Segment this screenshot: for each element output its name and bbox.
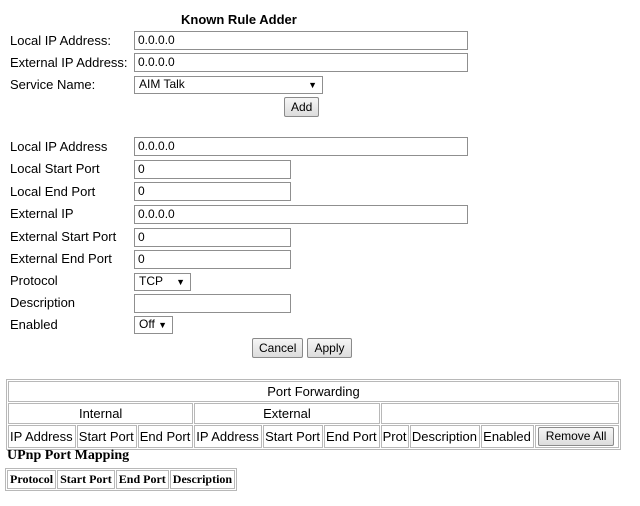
enabled-label: Enabled xyxy=(10,317,58,332)
local-start-port-input[interactable]: 0 xyxy=(134,160,291,179)
port-forwarding-title: Port Forwarding xyxy=(8,381,619,402)
upnp-col-description: Description xyxy=(169,470,236,489)
local-end-port-input[interactable]: 0 xyxy=(134,182,291,201)
col-internal-ip: IP Address xyxy=(8,425,76,448)
service-name-value: AIM Talk xyxy=(139,77,185,91)
col-protocol: Prot xyxy=(380,425,409,448)
col-external-end-port: End Port xyxy=(324,425,380,448)
description-label: Description xyxy=(10,295,76,310)
local-start-port-label: Local Start Port xyxy=(10,161,100,176)
port-forwarding-table: Port Forwarding Internal External IP Add… xyxy=(6,379,621,450)
known-local-ip-input[interactable]: 0.0.0.0 xyxy=(134,31,468,50)
local-ip-input[interactable]: 0.0.0.0 xyxy=(134,137,468,156)
enabled-value: Off xyxy=(139,317,155,331)
protocol-select[interactable]: TCP ▼ xyxy=(134,273,191,291)
protocol-label: Protocol xyxy=(10,273,58,288)
remove-all-button[interactable]: Remove All xyxy=(537,427,615,446)
column-header-row: IP Address Start Port End Port IP Addres… xyxy=(8,425,619,448)
remove-all-cell: Remove All xyxy=(534,425,619,448)
upnp-title: UPnp Port Mapping xyxy=(7,448,130,463)
chevron-down-icon: ▼ xyxy=(158,320,167,330)
external-start-port-input[interactable]: 0 xyxy=(134,228,291,247)
upnp-table: Protocol Start Port End Port Description xyxy=(5,468,238,491)
external-end-port-input[interactable]: 0 xyxy=(134,250,291,269)
external-ip-label: External IP Address: xyxy=(10,55,128,70)
chevron-down-icon: ▼ xyxy=(308,80,317,90)
add-button[interactable]: Add xyxy=(284,97,319,117)
header-spacer xyxy=(380,403,619,424)
col-enabled: Enabled xyxy=(481,425,534,448)
known-rule-title: Known Rule Adder xyxy=(181,12,297,27)
cancel-button[interactable]: Cancel xyxy=(252,338,303,358)
col-external-start-port: Start Port xyxy=(263,425,324,448)
col-internal-start-port: Start Port xyxy=(76,425,137,448)
chevron-down-icon: ▼ xyxy=(176,277,185,287)
service-name-select[interactable]: AIM Talk ▼ xyxy=(134,76,323,94)
protocol-value: TCP xyxy=(139,274,163,288)
external-ip-input[interactable]: 0.0.0.0 xyxy=(134,205,468,224)
upnp-col-end-port: End Port xyxy=(115,470,169,489)
upnp-col-protocol: Protocol xyxy=(7,470,57,489)
external-end-port-label: External End Port xyxy=(10,251,112,266)
internal-header: Internal xyxy=(8,403,194,424)
external-header: External xyxy=(194,403,380,424)
col-description: Description xyxy=(409,425,481,448)
col-external-ip: IP Address xyxy=(194,425,263,448)
service-name-label: Service Name: xyxy=(10,77,96,92)
upnp-header-row: Protocol Start Port End Port Description xyxy=(7,470,236,489)
local-end-port-label: Local End Port xyxy=(10,184,96,199)
col-internal-end-port: End Port xyxy=(137,425,194,448)
description-input[interactable] xyxy=(134,294,291,313)
local-ip-label: Local IP Address: xyxy=(10,33,111,48)
enabled-select[interactable]: Off ▼ xyxy=(134,316,173,334)
known-external-ip-input[interactable]: 0.0.0.0 xyxy=(134,53,468,72)
external-ip-label: External IP xyxy=(10,206,74,221)
upnp-col-start-port: Start Port xyxy=(57,470,115,489)
local-ip-label: Local IP Address xyxy=(10,139,108,154)
external-start-port-label: External Start Port xyxy=(10,229,117,244)
apply-button[interactable]: Apply xyxy=(307,338,352,358)
